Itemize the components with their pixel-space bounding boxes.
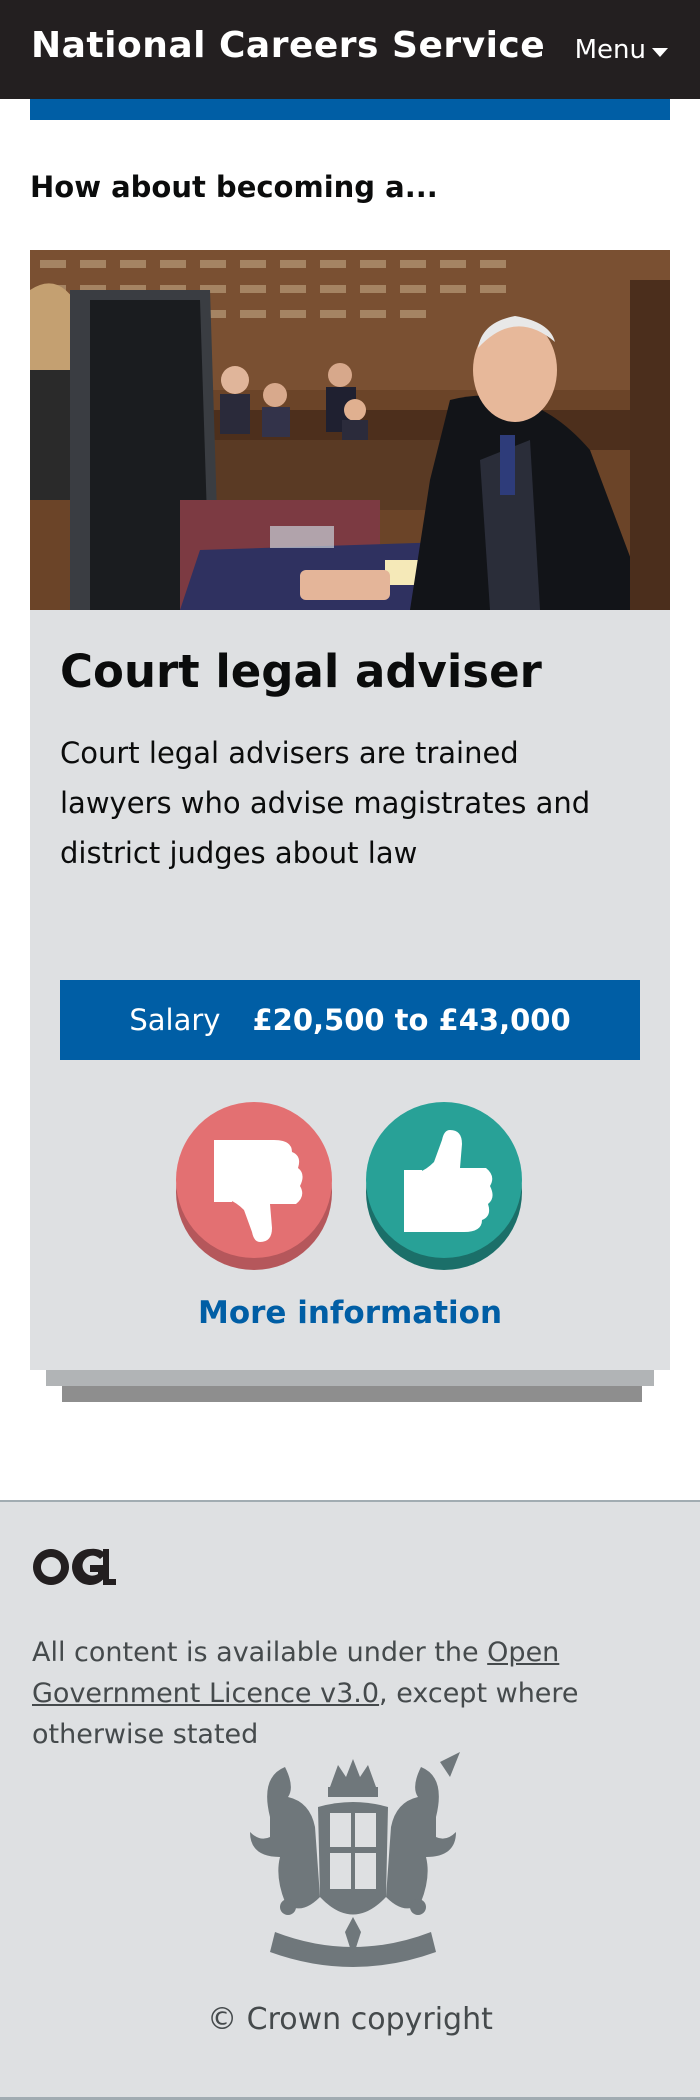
like-button[interactable] [364, 1100, 524, 1270]
card-stack-shadow-back [62, 1386, 642, 1402]
licence-statement: All content is available under the Open … [32, 1632, 672, 1755]
job-title[interactable]: Court legal adviser [60, 645, 542, 698]
licence-prefix: All content is available under the [32, 1637, 488, 1668]
menu-button[interactable]: Menu [575, 35, 668, 65]
card-stack-shadow [46, 1370, 654, 1386]
header-accent-bar [30, 99, 670, 120]
site-footer: All content is available under the Open … [0, 1500, 700, 2100]
career-card: Court legal adviser Court legal advisers… [30, 250, 670, 1370]
thumbs-down-icon [176, 1102, 332, 1270]
site-header: National Careers Service Menu [0, 0, 700, 99]
caret-down-icon [652, 47, 668, 57]
crown-copyright-link[interactable]: © Crown copyright [0, 2002, 700, 2037]
menu-label: Menu [574, 35, 646, 65]
more-information-link[interactable]: More information [30, 1295, 670, 1331]
site-brand-link[interactable]: National Careers Service [31, 25, 545, 66]
intro-heading: How about becoming a... [30, 170, 438, 204]
career-photo [30, 250, 670, 610]
dislike-button[interactable] [174, 1100, 334, 1270]
salary-banner: Salary £20,500 to £43,000 [60, 980, 640, 1060]
job-description: Court legal advisers are trained lawyers… [60, 736, 591, 870]
ogl-logo-icon[interactable] [32, 1547, 116, 1587]
thumbs-up-icon [366, 1102, 522, 1270]
salary-value: £20,500 to £43,000 [252, 1003, 571, 1037]
salary-label: Salary [129, 1003, 221, 1037]
royal-coat-of-arms-icon[interactable] [230, 1747, 476, 1977]
